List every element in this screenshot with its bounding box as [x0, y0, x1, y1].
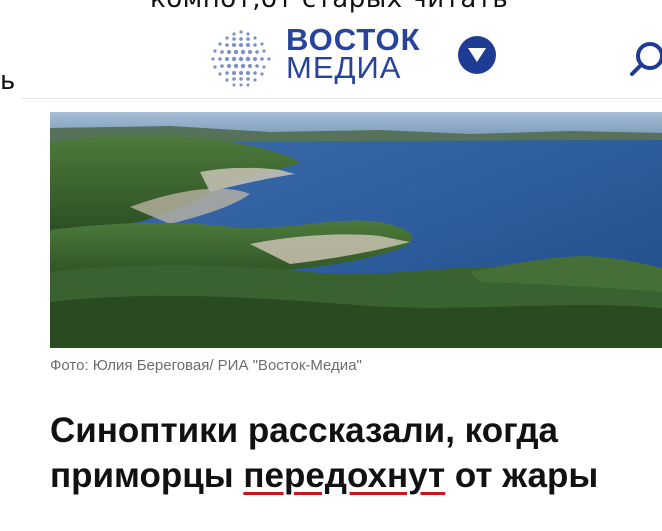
cropped-left-glyph: ь [0, 66, 16, 96]
article-headline[interactable]: Синоптики рассказали, когда приморцы пер… [50, 408, 660, 498]
logo-line-2: МЕДИА [286, 50, 402, 85]
chevron-down-icon [468, 48, 486, 62]
article-photo [50, 112, 662, 348]
cropped-top-text: компот,от старых читать [0, 0, 662, 14]
site-header: ВОСТОК МЕДИА [22, 14, 662, 99]
search-button[interactable] [626, 38, 662, 78]
headline-part-2: от жары [445, 456, 599, 495]
phone-screen: ВОСТОК МЕДИА Фото: Юлия Береговая/ РИА "… [22, 14, 662, 531]
menu-dropdown-button[interactable] [458, 36, 496, 74]
search-icon [630, 42, 662, 76]
photo-caption: Фото: Юлия Береговая/ РИА "Восток-Медиа" [50, 357, 362, 374]
site-logo[interactable]: ВОСТОК МЕДИА [286, 24, 421, 85]
cropped-top-text-content: компот,от старых читать [150, 0, 508, 14]
headline-underlined-word: передохнут [243, 456, 446, 495]
logo-dots-icon [211, 30, 271, 87]
